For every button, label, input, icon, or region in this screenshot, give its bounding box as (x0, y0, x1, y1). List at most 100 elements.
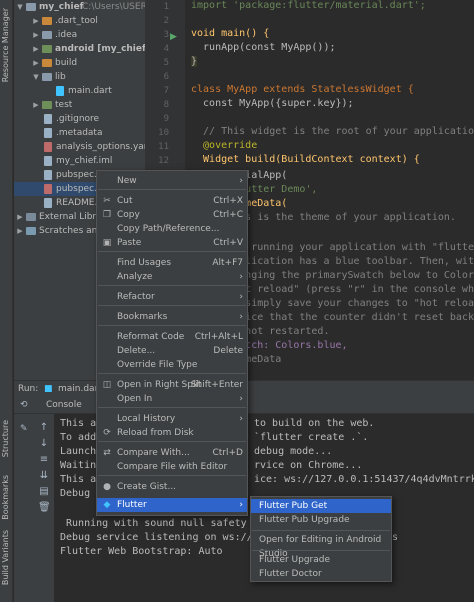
chevron-right-icon: ▶ (17, 213, 23, 221)
file-icon (44, 170, 52, 180)
tree-item-root[interactable]: ▼ my_chief C:\Users\USER-F (14, 0, 145, 14)
console-line: Debug service listening on ws://127 (60, 532, 271, 543)
menu-item-flutter-pub-upgrade[interactable]: Flutter Pub Upgrade (251, 513, 391, 527)
trash-icon[interactable]: 🗑 (38, 502, 51, 514)
tree-item[interactable]: main.dart (14, 84, 145, 98)
code-line: runApp(const MyApp()); (191, 42, 336, 53)
menu-item-create-gist[interactable]: ● Create Gist... (97, 480, 247, 494)
cut-icon: ✂ (103, 196, 111, 206)
context-menu: New › ✂ Cut Ctrl+X ❐ Copy Ctrl+C Copy Path/Re… (96, 170, 248, 516)
tree-item-label: Scratches and (39, 226, 104, 236)
arrow-up-icon[interactable]: ↑ (38, 422, 50, 434)
wrench-icon[interactable]: ⟲ (20, 396, 28, 414)
run-label: Run: (18, 384, 39, 394)
tree-item-label: android [my_chief_andro (55, 44, 145, 54)
line-number: 9 (163, 114, 169, 124)
chevron-right-icon: ▶ (33, 101, 39, 109)
console-line: Launch (60, 446, 97, 457)
tree-item[interactable]: ▶ test (14, 98, 145, 112)
code-line: const MyApp({super.key}); (191, 98, 354, 109)
run-gutter-icon[interactable]: ▶ (170, 32, 177, 42)
menu-item-flutter-upgrade[interactable]: Flutter Upgrade (251, 553, 391, 567)
arrow-down-icon[interactable]: ↓ (38, 438, 50, 450)
tab-console[interactable]: Console (42, 396, 86, 416)
library-icon (26, 213, 36, 221)
tree-item-label: my_chief (39, 2, 84, 12)
tree-item-label: build (55, 58, 78, 68)
chevron-right-icon: › (239, 500, 243, 510)
tree-item[interactable]: .gitignore (14, 112, 145, 126)
menu-item-override-file-type[interactable]: Override File Type (97, 358, 247, 372)
folder-icon (42, 17, 52, 25)
tree-item[interactable]: ▼ lib (14, 70, 145, 84)
menu-item-local-history[interactable]: Local History › (97, 412, 247, 426)
line-number: 5 (163, 58, 169, 68)
menu-item-analyze[interactable]: Analyze › (97, 270, 247, 284)
tab-bookmarks[interactable]: Bookmarks (1, 475, 10, 520)
folder-icon (42, 45, 52, 53)
wrap-icon[interactable]: ≡ (38, 454, 50, 466)
menu-item-open-right-split[interactable]: ◫ Open in Right Split Shift+Enter (97, 378, 247, 392)
chevron-right-icon: ▶ (33, 59, 39, 67)
menu-item-copy-path[interactable]: Copy Path/Reference... (97, 222, 247, 236)
file-icon (44, 198, 52, 208)
tab-build-variants[interactable]: Build Variants (1, 530, 10, 585)
menu-separator (98, 325, 246, 326)
menu-item-paste[interactable]: ▣ Paste Ctrl+V (97, 236, 247, 250)
code-line: class MyApp extends StatelessWidget { (191, 84, 414, 95)
copy-icon: ❐ (102, 210, 112, 220)
menu-item-find-usages[interactable]: Find Usages Alt+F7 (97, 256, 247, 270)
tree-item[interactable]: ▶ .idea (14, 28, 145, 42)
menu-item-flutter-doctor[interactable]: Flutter Doctor (251, 567, 391, 581)
code-line: @override (191, 140, 258, 151)
menu-separator (98, 285, 246, 286)
tree-item[interactable]: .metadata (14, 126, 145, 140)
menu-item-new[interactable]: New › (97, 174, 247, 188)
line-number: 3 (163, 30, 169, 40)
chevron-right-icon: › (239, 292, 243, 302)
code-line: import 'package:flutter/material.dart'; (191, 0, 426, 11)
reload-icon: ⟳ (103, 428, 111, 438)
scratches-icon (26, 227, 36, 235)
tree-item[interactable]: analysis_options.yaml (14, 140, 145, 154)
file-icon (44, 156, 52, 166)
menu-item-reload-from-disk[interactable]: ⟳ Reload from Disk (97, 426, 247, 440)
tab-structure[interactable]: Structure (1, 420, 10, 457)
menu-item-bookmarks[interactable]: Bookmarks › (97, 310, 247, 324)
scroll-end-icon[interactable]: ⇊ (38, 470, 50, 482)
tree-item[interactable]: ▶ build (14, 56, 145, 70)
menu-item-open-android-studio[interactable]: Open for Editing in Android Studio (251, 533, 391, 559)
tab-resource-manager[interactable]: Resource Manager (1, 8, 10, 82)
menu-item-copy[interactable]: ❐ Copy Ctrl+C (97, 208, 247, 222)
menu-item-cut[interactable]: ✂ Cut Ctrl+X (97, 194, 247, 208)
menu-separator (98, 373, 246, 374)
menu-separator (98, 251, 246, 252)
flutter-submenu: Flutter Pub Get Flutter Pub Upgrade Open… (250, 496, 392, 582)
menu-item-compare-file-with-editor[interactable]: Compare File with Editor (97, 460, 247, 474)
folder-icon (42, 59, 52, 67)
tree-item[interactable]: my_chief.iml (14, 154, 145, 168)
chevron-right-icon: › (239, 394, 243, 404)
console-line: This a (60, 418, 97, 429)
menu-item-refactor[interactable]: Refactor › (97, 290, 247, 304)
folder-icon (42, 101, 52, 109)
menu-separator (252, 530, 390, 531)
print-icon[interactable]: ▤ (38, 486, 50, 498)
menu-item-open-in[interactable]: Open In › (97, 392, 247, 406)
chevron-right-icon: ▶ (33, 45, 39, 53)
folder-icon (42, 31, 52, 39)
console-line: rvice on Chrome... (254, 460, 363, 471)
tree-item[interactable]: ▶ android [my_chief_andro (14, 42, 145, 56)
pin-icon[interactable]: ✎ (20, 424, 28, 434)
line-number: 8 (163, 100, 169, 110)
menu-item-flutter-pub-get[interactable]: Flutter Pub Get (251, 499, 391, 513)
menu-item-flutter[interactable]: ◆ Flutter › (97, 498, 247, 512)
menu-item-compare-with[interactable]: ⇄ Compare With... Ctrl+D (97, 446, 247, 460)
tree-item[interactable]: ▶ .dart_tool (14, 14, 145, 28)
chevron-right-icon: › (239, 414, 243, 424)
code-line: Widget build(BuildContext context) { (191, 154, 420, 165)
console-line: Flutter Web Bootstrap: Auto (60, 546, 223, 557)
line-number: 1 (163, 2, 169, 12)
menu-item-reformat-code[interactable]: Reformat Code Ctrl+Alt+L (97, 330, 247, 344)
menu-item-delete[interactable]: Delete... Delete (97, 344, 247, 358)
